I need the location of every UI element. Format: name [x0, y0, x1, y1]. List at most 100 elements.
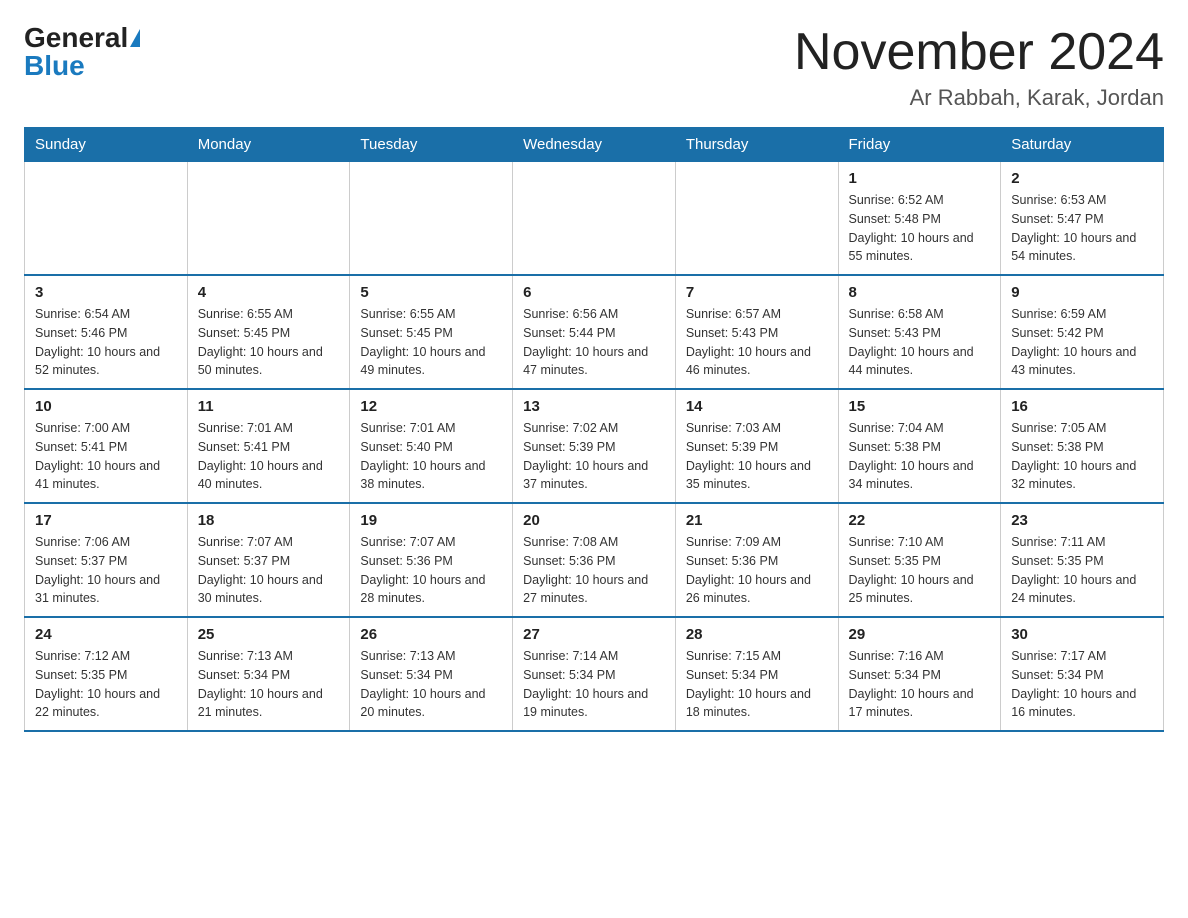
day-number: 23 — [1011, 512, 1153, 529]
calendar-day-cell: 28Sunrise: 7:15 AMSunset: 5:34 PMDayligh… — [675, 617, 838, 731]
calendar-day-cell: 4 Sunrise: 6:55 AMSunset: 5:45 PMDaylight… — [187, 275, 350, 389]
calendar-week-row: 17 Sunrise: 7:06 AMSunset: 5:37 PMDayligh… — [25, 503, 1164, 617]
day-number: 10 — [35, 398, 177, 415]
calendar-day-cell: 10 Sunrise: 7:00 AMSunset: 5:41 PMDayligh… — [25, 389, 188, 503]
sun-info: Sunrise: 6:53 AMSunset: 5:47 PMDaylight:… — [1011, 191, 1153, 266]
sun-info: Sunrise: 7:12 AMSunset: 5:35 PMDaylight:… — [35, 647, 177, 722]
calendar-day-cell: 20 Sunrise: 7:08 AMSunset: 5:36 PMDayligh… — [513, 503, 676, 617]
day-number: 14 — [686, 398, 828, 415]
sun-info: Sunrise: 7:02 AMSunset: 5:39 PMDaylight:… — [523, 419, 665, 494]
day-number: 27 — [523, 626, 665, 643]
day-number: 11 — [198, 398, 340, 415]
day-number: 13 — [523, 398, 665, 415]
day-number: 24 — [35, 626, 177, 643]
calendar-day-cell: 1 Sunrise: 6:52 AMSunset: 5:48 PMDaylight… — [838, 162, 1001, 276]
calendar-day-cell: 18 Sunrise: 7:07 AMSunset: 5:37 PMDayligh… — [187, 503, 350, 617]
calendar-day-cell: 7 Sunrise: 6:57 AMSunset: 5:43 PMDaylight… — [675, 275, 838, 389]
day-number: 21 — [686, 512, 828, 529]
calendar-day-cell: 6 Sunrise: 6:56 AMSunset: 5:44 PMDaylight… — [513, 275, 676, 389]
day-number: 15 — [849, 398, 991, 415]
calendar-week-row: 1 Sunrise: 6:52 AMSunset: 5:48 PMDaylight… — [25, 162, 1164, 276]
day-number: 30 — [1011, 626, 1153, 643]
sun-info: Sunrise: 7:08 AMSunset: 5:36 PMDaylight:… — [523, 533, 665, 608]
calendar-day-cell: 27 Sunrise: 7:14 AMSunset: 5:34 PMDayligh… — [513, 617, 676, 731]
logo-blue-text: Blue — [24, 52, 85, 80]
calendar-day-cell — [187, 162, 350, 276]
calendar-day-cell: 11Sunrise: 7:01 AMSunset: 5:41 PMDayligh… — [187, 389, 350, 503]
day-number: 29 — [849, 626, 991, 643]
day-number: 20 — [523, 512, 665, 529]
calendar-day-cell: 16 Sunrise: 7:05 AMSunset: 5:38 PMDayligh… — [1001, 389, 1164, 503]
calendar-day-cell: 8Sunrise: 6:58 AMSunset: 5:43 PMDaylight… — [838, 275, 1001, 389]
calendar-day-cell: 15 Sunrise: 7:04 AMSunset: 5:38 PMDayligh… — [838, 389, 1001, 503]
calendar-day-cell: 21 Sunrise: 7:09 AMSunset: 5:36 PMDayligh… — [675, 503, 838, 617]
day-number: 19 — [360, 512, 502, 529]
sun-info: Sunrise: 6:54 AMSunset: 5:46 PMDaylight:… — [35, 305, 177, 380]
day-number: 26 — [360, 626, 502, 643]
day-number: 6 — [523, 284, 665, 301]
calendar-day-cell: 14 Sunrise: 7:03 AMSunset: 5:39 PMDayligh… — [675, 389, 838, 503]
calendar-day-cell: 19Sunrise: 7:07 AMSunset: 5:36 PMDayligh… — [350, 503, 513, 617]
sun-info: Sunrise: 7:03 AMSunset: 5:39 PMDaylight:… — [686, 419, 828, 494]
calendar-day-cell: 2 Sunrise: 6:53 AMSunset: 5:47 PMDaylight… — [1001, 162, 1164, 276]
calendar-day-cell: 26 Sunrise: 7:13 AMSunset: 5:34 PMDayligh… — [350, 617, 513, 731]
day-number: 25 — [198, 626, 340, 643]
location-title: Ar Rabbah, Karak, Jordan — [794, 85, 1164, 111]
sun-info: Sunrise: 7:15 AMSunset: 5:34 PMDaylight:… — [686, 647, 828, 722]
calendar-day-cell: 9 Sunrise: 6:59 AMSunset: 5:42 PMDaylight… — [1001, 275, 1164, 389]
day-number: 16 — [1011, 398, 1153, 415]
sun-info: Sunrise: 7:13 AMSunset: 5:34 PMDaylight:… — [360, 647, 502, 722]
weekday-header-saturday: Saturday — [1001, 128, 1164, 162]
day-number: 7 — [686, 284, 828, 301]
calendar-day-cell: 24 Sunrise: 7:12 AMSunset: 5:35 PMDayligh… — [25, 617, 188, 731]
logo-general-text: General — [24, 24, 128, 52]
sun-info: Sunrise: 6:52 AMSunset: 5:48 PMDaylight:… — [849, 191, 991, 266]
month-title: November 2024 — [794, 24, 1164, 81]
day-number: 17 — [35, 512, 177, 529]
sun-info: Sunrise: 7:04 AMSunset: 5:38 PMDaylight:… — [849, 419, 991, 494]
day-number: 4 — [198, 284, 340, 301]
sun-info: Sunrise: 6:57 AMSunset: 5:43 PMDaylight:… — [686, 305, 828, 380]
day-number: 3 — [35, 284, 177, 301]
day-number: 9 — [1011, 284, 1153, 301]
weekday-header-thursday: Thursday — [675, 128, 838, 162]
calendar-day-cell — [513, 162, 676, 276]
calendar-day-cell: 30 Sunrise: 7:17 AMSunset: 5:34 PMDayligh… — [1001, 617, 1164, 731]
sun-info: Sunrise: 7:06 AMSunset: 5:37 PMDaylight:… — [35, 533, 177, 608]
calendar-day-cell — [350, 162, 513, 276]
weekday-header-friday: Friday — [838, 128, 1001, 162]
title-block: November 2024 Ar Rabbah, Karak, Jordan — [794, 24, 1164, 111]
sun-info: Sunrise: 7:09 AMSunset: 5:36 PMDaylight:… — [686, 533, 828, 608]
calendar-day-cell: 5Sunrise: 6:55 AMSunset: 5:45 PMDaylight… — [350, 275, 513, 389]
day-number: 18 — [198, 512, 340, 529]
day-number: 5 — [360, 284, 502, 301]
sun-info: Sunrise: 7:16 AMSunset: 5:34 PMDaylight:… — [849, 647, 991, 722]
sun-info: Sunrise: 6:59 AMSunset: 5:42 PMDaylight:… — [1011, 305, 1153, 380]
logo: General Blue — [24, 24, 140, 80]
sun-info: Sunrise: 7:14 AMSunset: 5:34 PMDaylight:… — [523, 647, 665, 722]
sun-info: Sunrise: 7:05 AMSunset: 5:38 PMDaylight:… — [1011, 419, 1153, 494]
calendar-week-row: 10 Sunrise: 7:00 AMSunset: 5:41 PMDayligh… — [25, 389, 1164, 503]
sun-info: Sunrise: 7:01 AMSunset: 5:40 PMDaylight:… — [360, 419, 502, 494]
calendar-day-cell — [25, 162, 188, 276]
day-number: 8 — [849, 284, 991, 301]
logo-triangle-icon — [130, 29, 140, 47]
sun-info: Sunrise: 7:13 AMSunset: 5:34 PMDaylight:… — [198, 647, 340, 722]
sun-info: Sunrise: 7:07 AMSunset: 5:37 PMDaylight:… — [198, 533, 340, 608]
weekday-header-wednesday: Wednesday — [513, 128, 676, 162]
day-number: 2 — [1011, 170, 1153, 187]
sun-info: Sunrise: 6:55 AMSunset: 5:45 PMDaylight:… — [198, 305, 340, 380]
sun-info: Sunrise: 7:17 AMSunset: 5:34 PMDaylight:… — [1011, 647, 1153, 722]
calendar-day-cell: 3 Sunrise: 6:54 AMSunset: 5:46 PMDaylight… — [25, 275, 188, 389]
sun-info: Sunrise: 6:56 AMSunset: 5:44 PMDaylight:… — [523, 305, 665, 380]
calendar-week-row: 3 Sunrise: 6:54 AMSunset: 5:46 PMDaylight… — [25, 275, 1164, 389]
calendar-day-cell: 23Sunrise: 7:11 AMSunset: 5:35 PMDayligh… — [1001, 503, 1164, 617]
sun-info: Sunrise: 7:00 AMSunset: 5:41 PMDaylight:… — [35, 419, 177, 494]
sun-info: Sunrise: 7:10 AMSunset: 5:35 PMDaylight:… — [849, 533, 991, 608]
calendar-day-cell — [675, 162, 838, 276]
page-header: General Blue November 2024 Ar Rabbah, Ka… — [24, 24, 1164, 111]
weekday-header-tuesday: Tuesday — [350, 128, 513, 162]
calendar-day-cell: 17 Sunrise: 7:06 AMSunset: 5:37 PMDayligh… — [25, 503, 188, 617]
day-number: 1 — [849, 170, 991, 187]
calendar-header-row: SundayMondayTuesdayWednesdayThursdayFrid… — [25, 128, 1164, 162]
